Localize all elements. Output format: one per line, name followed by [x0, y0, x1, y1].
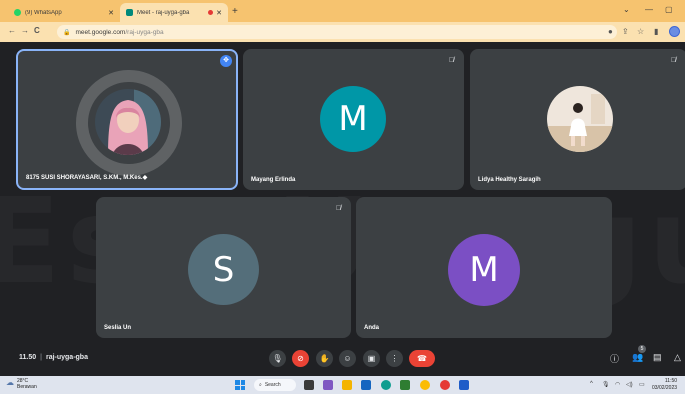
windows-start-icon[interactable]	[235, 380, 245, 390]
participant-name: Lidya Healthy Saragih	[478, 177, 541, 183]
participant-avatar: M	[320, 86, 386, 152]
more-options-button[interactable]: ⋮	[386, 350, 403, 367]
side-panel-icon[interactable]: ▮	[654, 27, 658, 36]
participant-name: Anda	[364, 325, 379, 331]
battery-icon[interactable]: ▭	[639, 381, 645, 388]
tab-whatsapp[interactable]: (9) WhatsApp ✕	[8, 3, 120, 22]
participant-tile-susi[interactable]: ✥ 8175 SUSI SHORAYASARI, S.KM., M.Kes.◆	[16, 49, 238, 190]
word-icon[interactable]	[459, 380, 469, 390]
activities-icon[interactable]: △	[674, 352, 681, 363]
meeting-time: 11.50	[19, 354, 37, 361]
profile-avatar[interactable]	[669, 26, 680, 37]
meet-control-bar: 11.50 | raj-uyga-gba 🎙 ⊘ ✋ ☺ ▣ ⋮ ☎ ⓘ 👥 5 ▤…	[0, 342, 685, 376]
url-path: /raj-uyga-gba	[125, 28, 164, 36]
recording-indicator-icon	[208, 10, 214, 15]
bookmark-star-icon[interactable]: ☆	[637, 27, 644, 36]
weather-text: Berawan	[17, 384, 37, 390]
mic-muted-icon: 🎙̸	[335, 205, 342, 212]
file-explorer-icon[interactable]	[342, 380, 352, 390]
participant-name: Seslia Un	[104, 325, 132, 331]
participant-photo-icon	[95, 89, 161, 155]
separator: |	[40, 354, 42, 361]
participant-tile-lidya[interactable]: 🎙̸ Lidya Healthy Saragih	[470, 49, 685, 190]
tab-label: Meet - raj-uyga-gba	[137, 9, 190, 16]
new-tab-button[interactable]: +	[232, 6, 238, 17]
participant-tile-self[interactable]: M Anda	[356, 197, 612, 338]
opera-icon[interactable]	[440, 380, 450, 390]
store-icon[interactable]	[400, 380, 410, 390]
microphone-button[interactable]: 🎙	[269, 350, 286, 367]
participant-count-badge: 5	[638, 345, 646, 353]
clock-time: 11:50	[664, 378, 678, 384]
browser-tab-strip: (9) WhatsApp ✕ Meet - raj-uyga-gba ✕ + ⌄…	[0, 0, 685, 22]
people-icon[interactable]: 👥	[632, 352, 643, 363]
search-label: Search	[264, 382, 281, 388]
lock-icon: 🔒	[63, 29, 71, 36]
mic-muted-icon: 🎙̸	[448, 57, 455, 64]
task-view-icon[interactable]	[304, 380, 314, 390]
clock-date: 03/02/2023	[652, 385, 678, 391]
tab-meet[interactable]: Meet - raj-uyga-gba ✕	[120, 3, 228, 22]
mic-muted-icon: 🎙̸	[670, 57, 677, 64]
close-tab-icon[interactable]: ✕	[216, 9, 222, 17]
close-tab-icon[interactable]: ✕	[108, 9, 114, 17]
meeting-code: raj-uyga-gba	[45, 354, 88, 361]
teams-chat-icon[interactable]	[323, 380, 333, 390]
tray-overflow-chevron-icon[interactable]: ^	[590, 381, 593, 387]
participant-name: Mayang Erlinda	[251, 177, 296, 183]
wifi-icon[interactable]: ◠	[615, 381, 620, 388]
leave-call-button[interactable]: ☎	[409, 350, 435, 367]
taskbar-clock[interactable]: 11:50 03/02/2023	[652, 378, 677, 392]
tab-search-chevron-icon[interactable]: ⌄	[623, 5, 630, 14]
meeting-info: 11.50 | raj-uyga-gba	[19, 354, 88, 361]
participant-name: 8175 SUSI SHORAYASARI, S.KM., M.Kes.◆	[26, 175, 148, 181]
participant-photo-icon	[547, 86, 613, 152]
address-bar[interactable]: 🔒 meet.google.com/raj-uyga-gba	[57, 25, 617, 39]
meeting-details-icon[interactable]: ⓘ	[610, 352, 619, 365]
chrome-icon[interactable]	[420, 380, 430, 390]
url-host: meet.google.com	[75, 28, 126, 36]
minimize-button[interactable]: —	[645, 5, 653, 14]
volume-icon[interactable]: ◁)	[626, 381, 633, 388]
present-screen-button[interactable]: ▣	[363, 350, 380, 367]
windows-taskbar: ☁ 28°C Berawan ⌕ Search ^ 🎙 ◠ ◁) ▭ 11:50…	[0, 376, 685, 394]
pin-icon[interactable]: ✥	[220, 55, 232, 67]
participant-avatar: M	[448, 234, 520, 306]
restore-button[interactable]: ▢	[665, 5, 673, 14]
forward-arrow-icon[interactable]: →	[21, 26, 29, 35]
taskbar-search[interactable]: ⌕ Search	[254, 379, 296, 391]
edge-browser-icon[interactable]	[381, 380, 391, 390]
camera-off-button[interactable]: ⊘	[292, 350, 309, 367]
camera-in-use-icon[interactable]: ●	[608, 27, 613, 36]
search-icon: ⌕	[259, 382, 262, 388]
participant-tile-mayang[interactable]: 🎙̸ M Mayang Erlinda	[243, 49, 464, 190]
reload-icon[interactable]: C	[34, 26, 40, 35]
tab-label: (9) WhatsApp	[25, 9, 62, 16]
back-arrow-icon[interactable]: ←	[8, 26, 16, 35]
participant-avatar: S	[188, 234, 259, 305]
address-toolbar: ← → C 🔒 meet.google.com/raj-uyga-gba ● ⇪…	[0, 22, 685, 42]
participant-tile-seslia[interactable]: 🎙̸ S Seslia Un	[96, 197, 351, 338]
mail-icon[interactable]	[361, 380, 371, 390]
weather-widget[interactable]: ☁ 28°C Berawan	[6, 378, 37, 390]
meet-stage: Esa Unggul ✥ 8175 SUSI SHORAYASARI, S.KM…	[0, 42, 685, 376]
microphone-tray-icon[interactable]: 🎙	[602, 381, 610, 388]
chat-icon[interactable]: ▤	[653, 352, 662, 363]
emoji-button[interactable]: ☺	[339, 350, 356, 367]
meet-favicon-icon	[126, 9, 133, 16]
share-icon[interactable]: ⇪	[622, 27, 629, 36]
whatsapp-favicon-icon	[14, 9, 21, 16]
cloud-icon: ☁	[6, 378, 14, 387]
raise-hand-button[interactable]: ✋	[316, 350, 333, 367]
